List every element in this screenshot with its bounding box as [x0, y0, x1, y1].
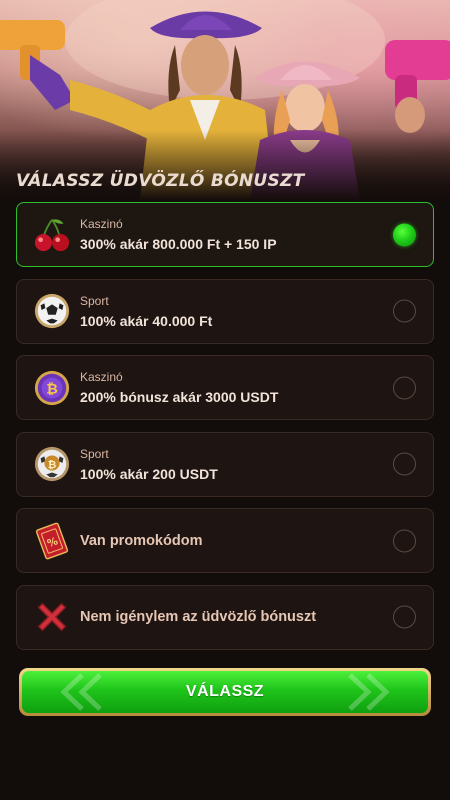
radio-unselected[interactable] — [393, 605, 416, 629]
chevron-right-decor-icon — [348, 673, 390, 711]
option-text: Van promokódom — [80, 532, 203, 549]
option-category: Kaszinó — [80, 370, 123, 384]
soccer-ball-icon — [34, 293, 70, 329]
option-text: 200% bónusz akár 3000 USDT — [80, 389, 279, 405]
bitcoin-coin-icon: ₿ — [34, 370, 70, 405]
choose-button-label: VÁLASSZ — [185, 683, 265, 700]
page-title: VÁLASSZ ÜDVÖZLŐ BÓNUSZT — [16, 171, 305, 191]
red-x-icon — [37, 602, 67, 632]
promo-ticket-icon: % — [35, 522, 69, 559]
bonus-option-decline[interactable]: Nem igénylem az üdvözlő bónuszt — [16, 584, 434, 650]
radio-selected[interactable] — [393, 223, 416, 246]
radio-unselected[interactable] — [393, 299, 416, 323]
bonus-option-list: Kaszinó 300% akár 800.000 Ft + 150 IP Sp… — [16, 202, 434, 661]
radio-unselected[interactable] — [393, 529, 416, 552]
option-text: 300% akár 800.000 Ft + 150 IP — [80, 236, 277, 252]
hero-banner — [0, 0, 450, 200]
bonus-option-casino-ft[interactable]: Kaszinó 300% akár 800.000 Ft + 150 IP — [16, 202, 434, 267]
toy-gun-left-icon — [0, 20, 75, 110]
chevron-left-decor-icon — [60, 673, 102, 711]
option-text: 100% akár 40.000 Ft — [80, 312, 213, 329]
toy-gun-right-icon — [385, 40, 450, 133]
option-category: Sport — [80, 446, 109, 461]
choose-button-face: VÁLASSZ — [22, 671, 428, 713]
choose-button[interactable]: VÁLASSZ — [19, 668, 431, 716]
option-text: 100% akár 200 USDT — [80, 465, 218, 482]
bonus-option-casino-usdt[interactable]: ₿ Kaszinó 200% bónusz akár 3000 USDT — [16, 355, 434, 420]
bonus-option-sport-usdt[interactable]: ₿ Sport 100% akár 200 USDT — [16, 431, 434, 497]
bitcoin-soccer-ball-icon: ₿ — [34, 446, 70, 482]
cherry-icon — [34, 218, 70, 251]
radio-unselected[interactable] — [393, 452, 416, 476]
svg-text:₿: ₿ — [46, 381, 58, 397]
option-category: Sport — [80, 293, 109, 308]
option-text: Nem igénylem az üdvözlő bónuszt — [80, 609, 317, 625]
bonus-option-sport-ft[interactable]: Sport 100% akár 40.000 Ft — [16, 278, 434, 344]
option-category: Kaszinó — [80, 217, 123, 231]
radio-unselected[interactable] — [393, 376, 416, 399]
svg-text:₿: ₿ — [48, 459, 57, 471]
bonus-option-promo-code[interactable]: % Van promokódom — [16, 508, 434, 573]
